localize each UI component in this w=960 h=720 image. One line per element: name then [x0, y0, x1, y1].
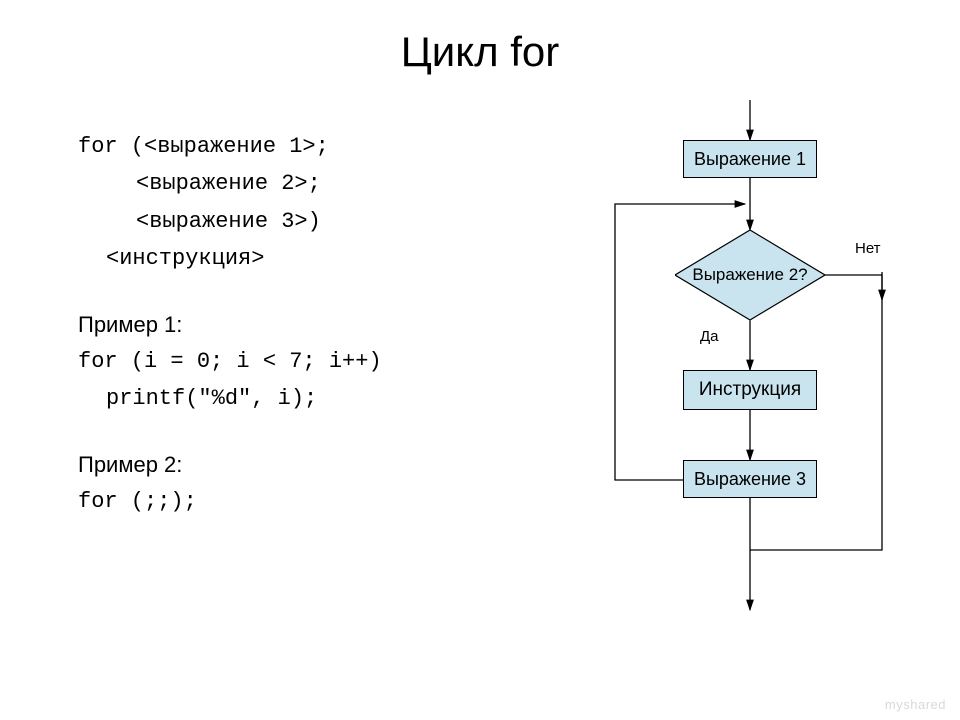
watermark: myshared	[885, 697, 946, 712]
example1-label: Пример 1:	[78, 306, 548, 343]
flow-box-instr: Инструкция	[683, 370, 817, 410]
page-title: Цикл for	[0, 28, 960, 76]
example1-line-2: printf("%d", i);	[78, 380, 548, 417]
example2-label: Пример 2:	[78, 446, 548, 483]
code-body: for (<выражение 1>; <выражение 2>; <выра…	[78, 128, 548, 521]
syntax-line-2: <выражение 2>;	[78, 165, 548, 202]
example1-line-1: for (i = 0; i < 7; i++)	[78, 343, 548, 380]
flow-box-expr1: Выражение 1	[683, 140, 817, 178]
slide: Цикл for for (<выражение 1>; <выражение …	[0, 0, 960, 720]
example2-line-1: for (;;);	[78, 483, 548, 520]
spacer	[78, 278, 548, 306]
syntax-line-1: for (<выражение 1>;	[78, 128, 548, 165]
flowchart: Выражение 1 Выражение 2? Инструкция Выра…	[560, 100, 940, 660]
spacer	[78, 418, 548, 446]
flow-decision-expr2: Выражение 2?	[675, 230, 825, 320]
flow-label-yes: Да	[700, 328, 719, 345]
flow-box-expr3: Выражение 3	[683, 460, 817, 498]
flow-decision-label: Выражение 2?	[675, 230, 825, 320]
flow-label-no: Нет	[855, 240, 881, 257]
syntax-line-3: <выражение 3>)	[78, 203, 548, 240]
syntax-line-4: <инструкция>	[78, 240, 548, 277]
